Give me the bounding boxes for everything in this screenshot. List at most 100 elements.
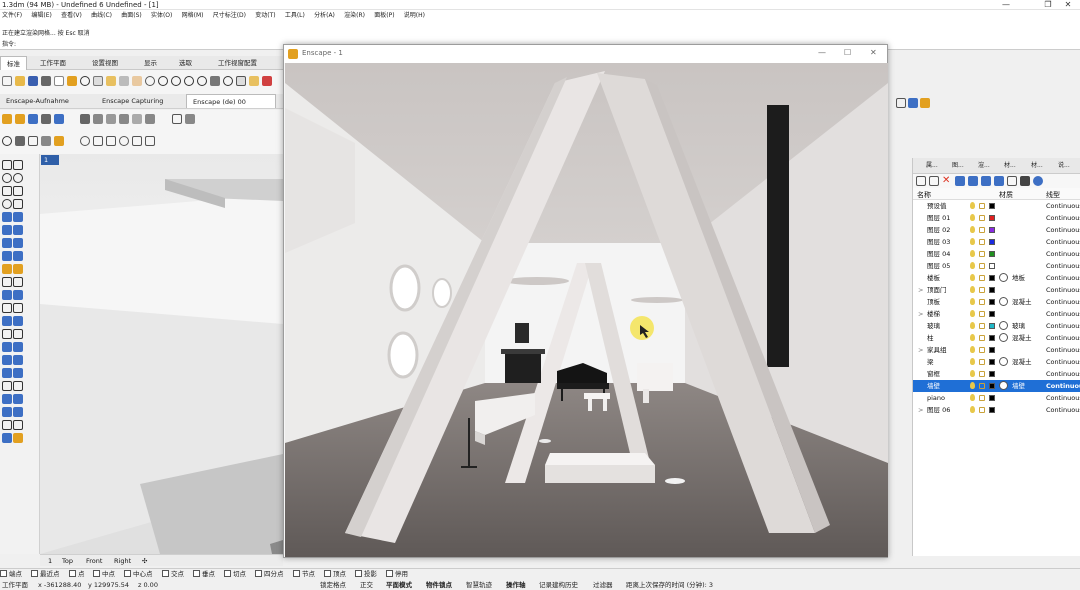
layer-color-swatch[interactable] xyxy=(989,371,995,377)
osnap-label[interactable]: 切点 xyxy=(233,569,246,579)
extrude-icon[interactable] xyxy=(2,225,12,235)
layer-row[interactable]: 楼板 地板 Continuous xyxy=(913,272,1080,284)
layer-color-swatch[interactable] xyxy=(989,227,995,233)
visibility-bulb-icon[interactable] xyxy=(970,382,975,389)
cut-icon[interactable] xyxy=(80,76,90,86)
visibility-bulb-icon[interactable] xyxy=(970,214,975,221)
rhino-viewport[interactable] xyxy=(40,154,283,554)
viewtab-top[interactable]: Top xyxy=(62,555,73,567)
layer-linetype[interactable]: Continuous xyxy=(1046,296,1080,308)
tab-display[interactable]: 显示 xyxy=(138,56,163,70)
print-icon[interactable] xyxy=(41,76,51,86)
box-tool-icon[interactable] xyxy=(28,136,38,146)
lock-icon[interactable] xyxy=(979,395,985,401)
layer-row[interactable]: 顶板 混凝土 Continuous xyxy=(913,296,1080,308)
layer-color-swatch[interactable] xyxy=(989,263,995,269)
tab-set-view[interactable]: 设置视图 xyxy=(86,56,124,70)
lock-icon[interactable] xyxy=(979,407,985,413)
split-icon[interactable] xyxy=(13,329,23,339)
layer-color-swatch[interactable] xyxy=(989,383,995,389)
enscape-close-button[interactable]: ✕ xyxy=(870,48,877,57)
status-mode-toggle[interactable]: 正交 xyxy=(360,580,373,590)
layer-row[interactable]: > 家具组 Continuous xyxy=(913,344,1080,356)
panel-settings-icon[interactable] xyxy=(908,98,918,108)
visibility-bulb-icon[interactable] xyxy=(970,394,975,401)
status-mode-toggle[interactable]: 操作轴 xyxy=(506,580,526,590)
ellipse-icon[interactable] xyxy=(2,199,12,209)
arc-icon[interactable] xyxy=(2,186,12,196)
circle-icon[interactable] xyxy=(13,173,23,183)
layer-name[interactable]: 顶板 xyxy=(927,296,940,308)
layer-linetype[interactable]: Continuous xyxy=(1046,368,1080,380)
visibility-bulb-icon[interactable] xyxy=(970,298,975,305)
circle-tool-icon[interactable] xyxy=(2,136,12,146)
layer-color-swatch[interactable] xyxy=(989,239,995,245)
pan-icon[interactable] xyxy=(132,76,142,86)
layer-color-swatch[interactable] xyxy=(989,287,995,293)
status-mode-toggle[interactable]: 物件锁点 xyxy=(426,580,452,590)
layer-row[interactable]: 图层 05 Continuous xyxy=(913,260,1080,272)
layer-material[interactable]: 混凝土 xyxy=(1012,356,1032,368)
layer-color-swatch[interactable] xyxy=(989,251,995,257)
surface-icon[interactable] xyxy=(2,212,12,222)
visibility-bulb-icon[interactable] xyxy=(970,322,975,329)
check-icon[interactable] xyxy=(2,420,12,430)
menu-edit[interactable]: 编辑(E) xyxy=(31,10,51,22)
polygon-icon[interactable] xyxy=(13,199,23,209)
lock-icon[interactable] xyxy=(979,299,985,305)
layer-name[interactable]: 墙壁 xyxy=(927,380,940,392)
lock-icon[interactable] xyxy=(979,323,985,329)
lock-icon[interactable] xyxy=(979,371,985,377)
status-workplane[interactable]: 工作平面 xyxy=(2,580,28,590)
osnap-checkbox[interactable] xyxy=(255,570,262,577)
tab-layers[interactable]: 图... xyxy=(941,160,964,172)
enscape-objects-icon[interactable] xyxy=(119,114,129,124)
osnap-checkbox[interactable] xyxy=(124,570,131,577)
lock-icon[interactable] xyxy=(979,311,985,317)
sweep-icon[interactable] xyxy=(13,225,23,235)
move-down-icon[interactable] xyxy=(968,176,978,186)
osnap-label[interactable]: 点 xyxy=(78,569,85,579)
layer-row[interactable]: 图层 03 Continuous xyxy=(913,236,1080,248)
tab-material-library[interactable]: 材... xyxy=(1020,160,1043,172)
lock-icon[interactable] xyxy=(979,251,985,257)
join-icon[interactable] xyxy=(2,342,12,352)
hide-icon[interactable] xyxy=(2,381,12,391)
osnap-label[interactable]: 投影 xyxy=(364,569,377,579)
undo-icon[interactable] xyxy=(119,76,129,86)
layer-linetype[interactable]: Continuous xyxy=(1046,392,1080,404)
osnap-checkbox[interactable] xyxy=(69,570,76,577)
layer-color-swatch[interactable] xyxy=(989,407,995,413)
layer-row[interactable]: 窗框 Continuous xyxy=(913,368,1080,380)
layer-linetype[interactable]: Continuous xyxy=(1046,200,1080,212)
tab-enscape-aufnahme[interactable]: Enscape-Aufnahme xyxy=(0,94,75,108)
layer-name[interactable]: 图层 05 xyxy=(927,260,950,272)
panel-option-icon[interactable] xyxy=(896,98,906,108)
mesh-icon[interactable] xyxy=(145,136,155,146)
zoom-selected-icon[interactable] xyxy=(197,76,207,86)
layer-color-swatch[interactable] xyxy=(989,335,995,341)
osnap-label[interactable]: 四分点 xyxy=(264,569,284,579)
zoom-icon[interactable] xyxy=(158,76,168,86)
status-mode-toggle[interactable]: 距离上次保存的时间 (分钟): 3 xyxy=(626,580,713,590)
maximize-button[interactable]: ❐ xyxy=(1038,0,1058,10)
save-icon[interactable] xyxy=(28,76,38,86)
check-objects-icon[interactable] xyxy=(13,420,23,430)
layer-color-swatch[interactable] xyxy=(989,323,995,329)
layer-material[interactable]: 玻璃 xyxy=(1012,320,1025,332)
layer-name[interactable]: 图层 04 xyxy=(927,248,950,260)
layer-name[interactable]: 图层 03 xyxy=(927,236,950,248)
cylinder-tool-icon[interactable] xyxy=(80,136,90,146)
fillet-icon[interactable] xyxy=(2,433,12,443)
array-icon[interactable] xyxy=(2,303,12,313)
visibility-bulb-icon[interactable] xyxy=(970,250,975,257)
layer-tool-icon[interactable] xyxy=(15,136,25,146)
layer-color-swatch[interactable] xyxy=(989,215,995,221)
layer-color-swatch[interactable] xyxy=(989,395,995,401)
layer-name[interactable]: 梁 xyxy=(927,356,934,368)
enscape-assets-icon[interactable] xyxy=(132,114,142,124)
copy-icon[interactable] xyxy=(93,76,103,86)
layer-linetype[interactable]: Continuous xyxy=(1046,356,1080,368)
tab-properties[interactable]: 属... xyxy=(915,160,938,172)
layer-linetype[interactable]: Continuous xyxy=(1046,212,1080,224)
